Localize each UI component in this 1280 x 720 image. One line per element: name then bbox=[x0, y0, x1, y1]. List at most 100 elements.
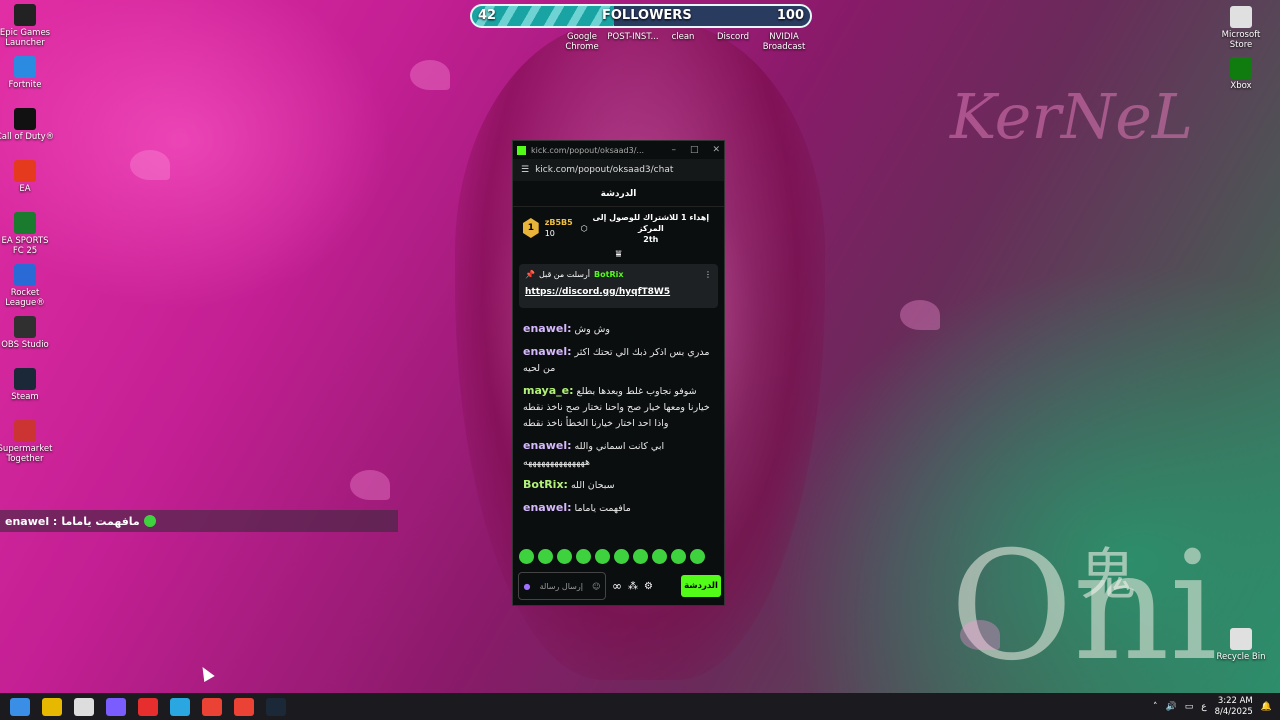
emote-icon[interactable] bbox=[652, 549, 667, 564]
desktop-icon-label: Steam bbox=[11, 392, 39, 402]
desktop-icon[interactable]: Fortnite bbox=[0, 56, 55, 90]
pinned-link[interactable]: https://discord.gg/hyqfT8W5 bbox=[525, 287, 712, 297]
window-titlebar[interactable]: kick.com/popout/oksaad3/... – □ ✕ bbox=[513, 141, 724, 159]
scroll-down-icon[interactable]: ⩸ bbox=[513, 249, 724, 260]
cod-icon bbox=[14, 108, 36, 130]
kick-logo-icon bbox=[517, 145, 526, 155]
clock[interactable]: 3:22 AM 8/4/2025 bbox=[1215, 696, 1253, 718]
desktop-icon-label: Microsoft Store bbox=[1221, 30, 1261, 50]
emote-icon[interactable] bbox=[690, 549, 705, 564]
emote-icon[interactable] bbox=[595, 549, 610, 564]
chat-username[interactable]: enawel: bbox=[523, 322, 572, 335]
chat-message[interactable]: enawel: ابي كانت اسماني والله هههههههههه… bbox=[513, 435, 724, 474]
chat-message[interactable]: BotRix: سبحان الله bbox=[513, 474, 724, 497]
chat-username[interactable]: enawel: bbox=[523, 439, 572, 452]
emote-icon[interactable] bbox=[614, 549, 629, 564]
chat-username[interactable]: enawel: bbox=[523, 501, 572, 514]
kick-chat-window[interactable]: kick.com/popout/oksaad3/... – □ ✕ ☰ kick… bbox=[512, 140, 725, 606]
desktop-icon[interactable]: Xbox bbox=[1211, 57, 1271, 91]
chat-message[interactable]: enawel: مدري بس اذكر ذبك الي تحتك اكثر م… bbox=[513, 341, 724, 380]
settings-gear-icon[interactable]: ⚙ bbox=[644, 581, 653, 592]
file-explorer-icon[interactable] bbox=[42, 697, 62, 716]
rank-medal-icon: 1 bbox=[523, 218, 539, 238]
mic-icon[interactable]: ● bbox=[524, 582, 531, 591]
minimize-icon[interactable]: – bbox=[671, 145, 676, 155]
youtube-icon[interactable] bbox=[138, 697, 158, 716]
gift-place: 2th bbox=[643, 234, 659, 244]
chrome-icon[interactable] bbox=[202, 697, 222, 716]
close-icon[interactable]: ✕ bbox=[712, 145, 720, 155]
language-indicator[interactable]: ع bbox=[1201, 702, 1206, 712]
message-placeholder: إرسال رسالة bbox=[539, 581, 583, 591]
menu-dots-icon[interactable]: ⋮ bbox=[704, 270, 712, 279]
message-input[interactable]: ● إرسال رسالة ☺ bbox=[518, 572, 606, 600]
pinned-message[interactable]: 📌 أرسلت من قبل BotRix ⋮ https://discord.… bbox=[519, 264, 718, 308]
chat-message[interactable]: maya_e: شوفو نجاوب غلط وبعدها بطلع خيارن… bbox=[513, 380, 724, 435]
butterfly-decor bbox=[960, 620, 1000, 650]
recycle-bin-icon bbox=[1230, 628, 1252, 650]
chat-username[interactable]: enawel: bbox=[523, 345, 572, 358]
system-tray: ˄ 🔊 ▭ ع 3:22 AM 8/4/2025 🔔 bbox=[1153, 693, 1272, 720]
chat-message[interactable]: enawel: مافهمت ياماما bbox=[513, 497, 724, 520]
desktop: KerNeL Oni 鬼 Epic Games Launcher Fortnite… bbox=[0, 0, 1280, 693]
desktop-icon[interactable]: Recycle Bin bbox=[1211, 628, 1271, 662]
desktop-icon-label: Epic Games Launcher bbox=[0, 28, 51, 48]
desktop-icon-label: Supermarket Together bbox=[0, 444, 53, 464]
chat-username[interactable]: maya_e: bbox=[523, 384, 574, 397]
send-button[interactable]: الدردشة bbox=[681, 575, 721, 597]
emote-icon bbox=[143, 515, 156, 527]
desktop-icon[interactable]: EA bbox=[0, 160, 55, 194]
leader-count: 10 bbox=[544, 229, 555, 238]
emote-icon[interactable] bbox=[633, 549, 648, 564]
emoji-icon[interactable]: ☺ bbox=[592, 582, 600, 591]
desktop-icon[interactable]: OBS Studio bbox=[0, 316, 55, 350]
butterfly-decor bbox=[130, 150, 170, 180]
share-icon[interactable]: ⁂ bbox=[628, 581, 638, 592]
chat-username[interactable]: BotRix: bbox=[523, 478, 568, 491]
speaker-icon[interactable]: 🔊 bbox=[1165, 702, 1176, 712]
chat-messages: enawel: وش وش enawel: مدري بس اذكر ذبك ال… bbox=[513, 312, 724, 520]
emote-icon[interactable] bbox=[671, 549, 686, 564]
pinned-sender: BotRix bbox=[594, 270, 624, 279]
emote-bar[interactable] bbox=[519, 549, 705, 564]
desktop-icon-label: Recycle Bin bbox=[1216, 652, 1266, 662]
desktop-icon[interactable]: Call of Duty® bbox=[0, 108, 55, 142]
pin-icon: 📌 bbox=[525, 270, 535, 279]
calendar-icon[interactable] bbox=[74, 697, 94, 716]
desktop-icon[interactable]: Microsoft Store bbox=[1211, 6, 1271, 50]
desktop-icon[interactable]: EA SPORTS FC 25 bbox=[0, 212, 55, 256]
obs-icon bbox=[14, 316, 36, 338]
clock-time: 3:22 AM bbox=[1217, 695, 1253, 706]
steam-icon[interactable] bbox=[266, 697, 286, 716]
chat-text: مافهمت ياماما bbox=[574, 503, 631, 514]
start-icon[interactable] bbox=[10, 697, 30, 716]
emote-icon[interactable] bbox=[538, 549, 553, 564]
followers-current: 42 bbox=[478, 8, 497, 23]
fc25-icon bbox=[14, 212, 36, 234]
emote-icon[interactable] bbox=[576, 549, 591, 564]
wallpaper-kanji: 鬼 bbox=[1080, 543, 1136, 608]
desktop-icon[interactable]: Supermarket Together bbox=[0, 420, 55, 464]
chat-header: الدردشة bbox=[513, 181, 724, 207]
desktop-icon[interactable]: Epic Games Launcher bbox=[0, 4, 55, 48]
emote-icon[interactable] bbox=[557, 549, 572, 564]
mouse-cursor-icon bbox=[197, 663, 215, 683]
steam-icon bbox=[14, 368, 36, 390]
desktop-icon[interactable]: Steam bbox=[0, 368, 55, 402]
chevron-up-icon[interactable]: ˄ bbox=[1153, 702, 1158, 712]
emote-icon[interactable] bbox=[519, 549, 534, 564]
site-settings-icon[interactable]: ☰ bbox=[521, 165, 529, 175]
overlay-chat-line: enawel : مافهمت ياماما bbox=[0, 510, 398, 532]
chrome-icon[interactable] bbox=[234, 697, 254, 716]
telegram-icon[interactable] bbox=[170, 697, 190, 716]
app-icon[interactable] bbox=[106, 697, 126, 716]
infinity-icon[interactable]: ∞ bbox=[612, 579, 622, 593]
chat-message[interactable]: enawel: وش وش bbox=[513, 318, 724, 341]
notification-bell-icon[interactable]: 🔔 bbox=[1261, 702, 1272, 712]
address-bar[interactable]: ☰ kick.com/popout/oksaad3/chat bbox=[513, 159, 724, 181]
clock-date: 8/4/2025 bbox=[1214, 706, 1253, 717]
maximize-icon[interactable]: □ bbox=[690, 145, 699, 155]
window-title: kick.com/popout/oksaad3/... bbox=[531, 145, 645, 155]
network-icon[interactable]: ▭ bbox=[1185, 702, 1194, 712]
desktop-icon[interactable]: Rocket League® bbox=[0, 264, 55, 308]
